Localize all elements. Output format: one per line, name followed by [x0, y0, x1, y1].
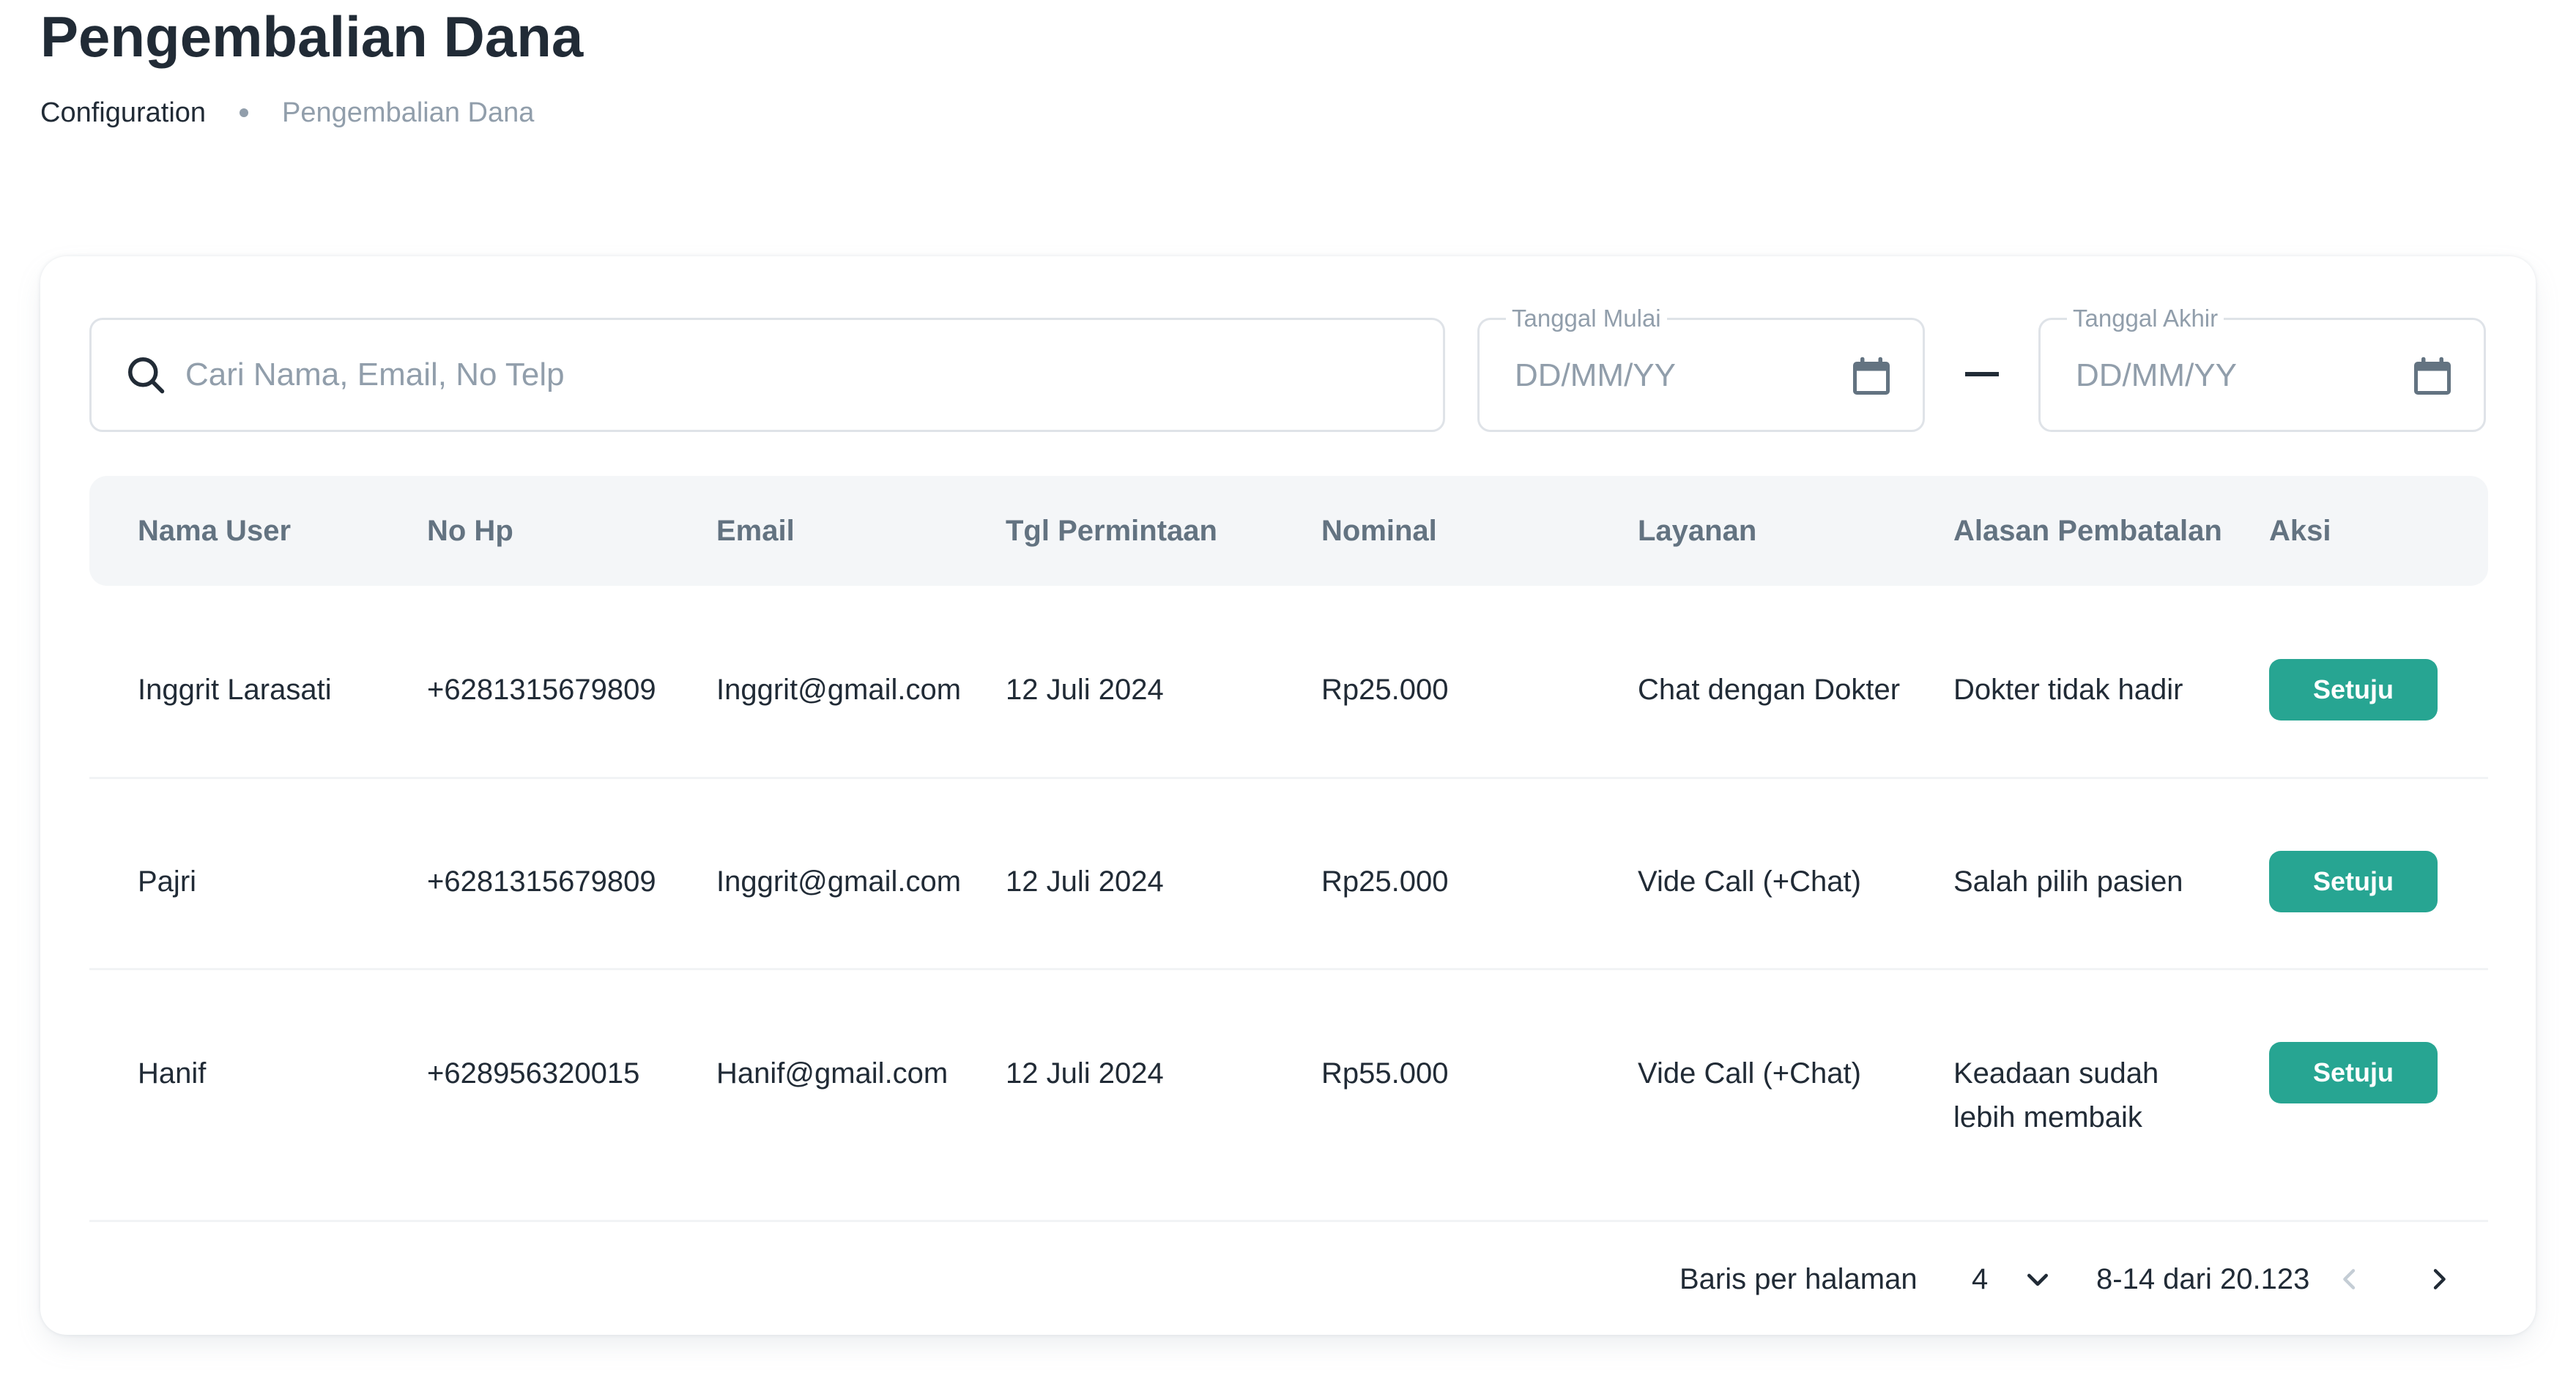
date-range-separator	[1965, 372, 1999, 376]
cell-email: Inggrit@gmail.com	[716, 865, 962, 898]
table-row: Pajri +6281315679809 Inggrit@gmail.com 1…	[89, 779, 2488, 968]
end-date-field[interactable]: Tanggal Akhir DD/MM/YY	[2038, 304, 2486, 432]
pagination-range: 8-14 dari 20.123	[2096, 1263, 2310, 1295]
start-date-placeholder: DD/MM/YY	[1515, 357, 1676, 393]
cell-date: 12 Juli 2024	[1006, 865, 1164, 898]
next-page-button[interactable]	[2417, 1257, 2461, 1301]
column-header-name[interactable]: Nama User	[138, 509, 291, 553]
cell-service: Vide Call (+Chat)	[1638, 1057, 1861, 1090]
calendar-icon[interactable]	[2410, 354, 2454, 399]
cell-amount: Rp55.000	[1321, 1057, 1449, 1090]
approve-button[interactable]: Setuju	[2269, 851, 2438, 912]
end-date-label: Tanggal Akhir	[2067, 304, 2224, 333]
breadcrumb-current: Pengembalian Dana	[282, 97, 535, 128]
column-header-amount[interactable]: Nominal	[1321, 509, 1437, 553]
search-icon	[128, 357, 165, 394]
chevron-down-icon[interactable]	[2023, 1265, 2052, 1294]
table-pagination: Baris per halaman 4 8-14 dari 20.123	[89, 1220, 2488, 1335]
cell-service: Chat dengan Dokter	[1638, 674, 1901, 706]
cell-email: Hanif@gmail.com	[716, 1057, 949, 1090]
column-header-service[interactable]: Layanan	[1638, 509, 1756, 553]
cell-phone: +628956320015	[427, 1057, 640, 1090]
search-box[interactable]	[89, 318, 1445, 432]
approve-button[interactable]: Setuju	[2269, 659, 2438, 721]
end-date-placeholder: DD/MM/YY	[2076, 357, 2237, 393]
cell-reason: Keadaan sudah	[1953, 1057, 2159, 1090]
cell-service: Vide Call (+Chat)	[1638, 865, 1861, 898]
cell-date: 12 Juli 2024	[1006, 674, 1164, 706]
cell-email: Inggrit@gmail.com	[716, 674, 962, 706]
start-date-field[interactable]: Tanggal Mulai DD/MM/YY	[1477, 304, 1925, 432]
cell-reason: Salah pilih pasien	[1953, 865, 2183, 898]
column-header-email[interactable]: Email	[716, 509, 795, 553]
column-header-phone[interactable]: No Hp	[427, 509, 513, 553]
table-row: Hanif +628956320015 Hanif@gmail.com 12 J…	[89, 970, 2488, 1220]
cell-amount: Rp25.000	[1321, 865, 1449, 898]
chevron-left-icon	[2343, 1269, 2356, 1289]
cell-reason: Dokter tidak hadir	[1953, 674, 2183, 706]
rows-per-page-label: Baris per halaman	[1679, 1263, 1918, 1295]
cell-phone: +6281315679809	[427, 865, 656, 898]
breadcrumb: Configuration Pengembalian Dana	[40, 94, 534, 132]
approve-button[interactable]: Setuju	[2269, 1042, 2438, 1103]
table-header: Nama User No Hp Email Tgl Permintaan Nom…	[89, 476, 2488, 586]
column-header-action: Aksi	[2269, 515, 2331, 547]
breadcrumb-configuration[interactable]: Configuration	[40, 94, 206, 132]
start-date-label: Tanggal Mulai	[1506, 304, 1667, 333]
cell-name: Pajri	[138, 865, 197, 898]
search-input[interactable]	[185, 357, 1394, 393]
cell-date: 12 Juli 2024	[1006, 1057, 1164, 1090]
chevron-right-icon	[2433, 1269, 2446, 1289]
refund-card: Tanggal Mulai DD/MM/YY Tanggal Akhir DD/…	[40, 256, 2536, 1335]
column-header-date[interactable]: Tgl Permintaan	[1006, 509, 1217, 553]
table-row: Inggrit Larasati +6281315679809 Inggrit@…	[89, 586, 2488, 777]
column-header-reason[interactable]: Alasan Pembatalan	[1953, 509, 2222, 553]
calendar-icon[interactable]	[1849, 354, 1893, 399]
cell-reason-line2: lebih membaik	[1953, 1101, 2142, 1133]
cell-name: Hanif	[138, 1057, 207, 1090]
breadcrumb-separator	[240, 108, 249, 117]
cell-phone: +6281315679809	[427, 674, 656, 706]
cell-name: Inggrit Larasati	[138, 674, 332, 706]
previous-page-button[interactable]	[2328, 1257, 2372, 1301]
page-title: Pengembalian Dana	[40, 4, 584, 69]
cell-amount: Rp25.000	[1321, 674, 1449, 706]
rows-per-page-select[interactable]: 4	[1972, 1259, 1988, 1300]
